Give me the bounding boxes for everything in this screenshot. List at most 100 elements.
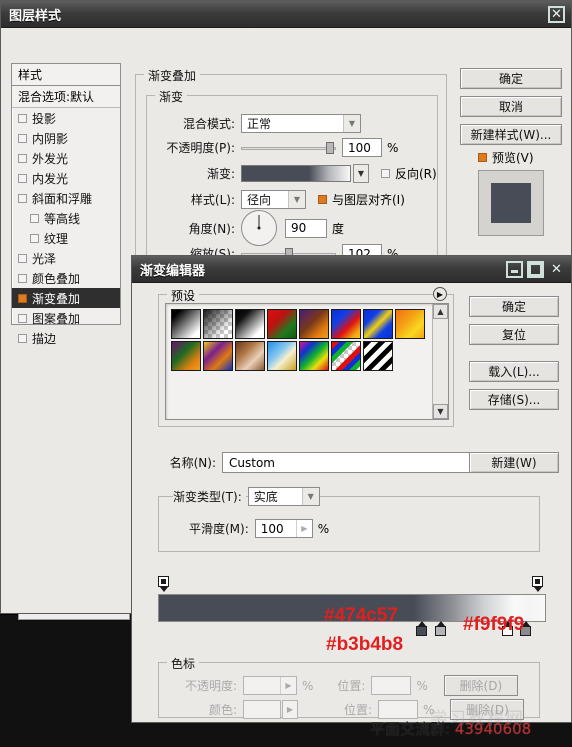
minimize-icon[interactable] (506, 260, 523, 278)
gradient-editor-titlebar[interactable]: 渐变编辑器 ✕ (132, 256, 571, 283)
angle-dial[interactable] (241, 210, 277, 246)
style-select[interactable]: 径向 ▼ (241, 190, 306, 209)
blend-mode-row: 混合模式: 正常 ▼ (161, 114, 431, 133)
checkbox-icon[interactable] (30, 233, 39, 243)
close-icon[interactable]: ✕ (548, 5, 565, 23)
opacity-stop-left[interactable] (158, 576, 169, 592)
smoothness-input[interactable]: 100 ▶ (254, 519, 313, 538)
preset-thumb[interactable] (331, 309, 361, 339)
checkbox-icon[interactable] (18, 153, 27, 163)
sidebar-item-color-overlay[interactable]: 颜色叠加 (12, 268, 120, 288)
checkbox-icon[interactable] (18, 173, 27, 183)
slider-knob[interactable] (326, 141, 334, 154)
checkbox-icon[interactable] (30, 213, 39, 223)
smoothness-row: 平滑度(M): 100 ▶ % (189, 519, 329, 538)
preset-thumb[interactable] (267, 341, 297, 371)
preset-thumb[interactable] (235, 309, 265, 339)
preset-thumb[interactable] (299, 341, 329, 371)
stop-position-label-1: 位置: (337, 679, 366, 693)
align-with-layer-checkbox[interactable] (318, 195, 327, 204)
checkbox-icon[interactable] (18, 253, 27, 263)
preset-thumb[interactable] (203, 341, 233, 371)
preset-thumb[interactable] (171, 309, 201, 339)
opacity-stop-right[interactable] (532, 576, 543, 592)
sidebar-item-inner-shadow[interactable]: 内阴影 (12, 128, 120, 148)
presets-area[interactable]: ▲ ▼ (165, 303, 449, 420)
opacity-slider[interactable] (241, 141, 336, 154)
close-icon[interactable]: ✕ (548, 261, 565, 278)
sidebar-item-drop-shadow[interactable]: 投影 (12, 108, 120, 128)
checkbox-icon[interactable] (18, 273, 27, 283)
checkbox-icon[interactable] (18, 193, 27, 203)
cancel-button[interactable]: 取消 (460, 96, 562, 117)
sidebar-item-label: 外发光 (32, 151, 69, 166)
stop-opacity-unit: % (302, 678, 314, 693)
stop-position-input-2 (378, 700, 419, 719)
sidebar-item-pattern-overlay[interactable]: 图案叠加 (12, 308, 120, 328)
new-style-button[interactable]: 新建样式(W)... (460, 124, 562, 145)
gradient-type-select[interactable]: 实底 ▼ (247, 487, 320, 506)
sidebar-item-outer-glow[interactable]: 外发光 (12, 148, 120, 168)
opacity-unit: % (387, 140, 399, 155)
blend-mode-value: 正常 (247, 117, 272, 131)
preview-checkbox[interactable] (478, 153, 487, 162)
sidebar-item-bevel-emboss[interactable]: 斜面和浮雕 (12, 188, 120, 208)
stepper-arrow-icon[interactable]: ▶ (295, 520, 312, 537)
reverse-checkbox[interactable] (381, 169, 390, 178)
scroll-down-icon[interactable]: ▼ (433, 404, 448, 419)
preset-thumb[interactable] (299, 309, 329, 339)
checkbox-icon[interactable] (18, 313, 27, 323)
ge-save-button[interactable]: 存储(S)... (469, 389, 559, 410)
opacity-row: 不透明度(P): 100 % (161, 138, 441, 157)
presets-label: 预设 (167, 287, 200, 304)
styles-list: 样式 混合选项:默认 投影 内阴影 外发光 内发光 斜面和浮雕 等高线 纹理 光… (11, 63, 121, 346)
stepper-arrow-icon: ▶ (280, 677, 296, 694)
presets-scrollbar[interactable]: ▲ ▼ (432, 304, 448, 419)
checkbox-icon[interactable] (18, 133, 27, 143)
gradient-preview-swatch[interactable] (241, 165, 351, 182)
sidebar-item-satin[interactable]: 光泽 (12, 248, 120, 268)
preset-thumb[interactable] (267, 309, 297, 339)
stop-position-label-2: 位置: (344, 703, 373, 717)
sidebar-item-gradient-overlay[interactable]: 渐变叠加 (12, 288, 120, 308)
ge-new-button[interactable]: 新建(W) (469, 452, 559, 473)
blend-mode-select[interactable]: 正常 ▼ (241, 114, 361, 133)
ok-button[interactable]: 确定 (460, 68, 562, 89)
ge-reset-button[interactable]: 复位 (469, 324, 559, 345)
ge-load-button[interactable]: 载入(L)... (469, 361, 559, 382)
preset-thumb[interactable] (395, 309, 425, 339)
hex-annotation-start: #474c57 (324, 605, 398, 626)
angle-input[interactable]: 90 (285, 218, 327, 238)
preset-thumb[interactable] (235, 341, 265, 371)
opacity-input[interactable]: 100 (342, 138, 382, 157)
preset-thumb[interactable] (203, 309, 233, 339)
scroll-up-icon[interactable]: ▲ (433, 304, 448, 319)
stop-color-icon (435, 626, 446, 636)
preset-thumb[interactable] (171, 341, 201, 371)
ge-ok-button[interactable]: 确定 (469, 296, 559, 317)
stop-opacity-input: ▶ (243, 676, 297, 695)
sidebar-item-contour[interactable]: 等高线 (12, 208, 120, 228)
color-stop-2[interactable] (435, 621, 446, 636)
gradient-label: 渐变: (206, 167, 235, 181)
maximize-icon[interactable] (527, 260, 544, 278)
preset-thumb[interactable] (363, 309, 393, 339)
sidebar-item-texture[interactable]: 纹理 (12, 228, 120, 248)
preset-thumb[interactable] (363, 341, 393, 371)
checkbox-icon[interactable] (18, 333, 27, 343)
sidebar-item-blending-options[interactable]: 混合选项:默认 (12, 86, 120, 108)
angle-label: 角度(N): (188, 221, 235, 236)
gradient-name-input[interactable]: Custom (222, 452, 480, 473)
layer-style-titlebar[interactable]: 图层样式 ✕ (1, 1, 571, 28)
presets-menu-icon[interactable]: ▶ (433, 287, 447, 301)
color-stop-1[interactable] (416, 621, 427, 636)
preview-row: 预览(V) (478, 149, 534, 166)
checkbox-icon[interactable] (18, 293, 27, 303)
sidebar-item-inner-glow[interactable]: 内发光 (12, 168, 120, 188)
sidebar-item-stroke[interactable]: 描边 (12, 328, 120, 348)
gradient-dropdown-button[interactable]: ▼ (353, 164, 369, 183)
gradient-name-value: Custom (229, 455, 275, 470)
checkbox-icon[interactable] (18, 113, 27, 123)
preset-thumb[interactable] (331, 341, 361, 371)
preview-swatch (491, 183, 531, 223)
